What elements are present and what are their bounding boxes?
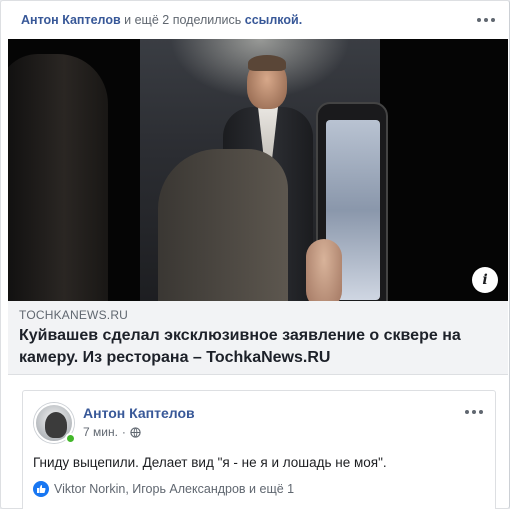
action-text: поделились [172, 13, 242, 27]
like-icon [33, 481, 49, 497]
link-domain: TOCHKANEWS.RU [19, 308, 129, 322]
post-options-button[interactable] [463, 405, 485, 419]
more-horizontal-icon [477, 18, 481, 22]
online-status-dot [65, 433, 76, 444]
link-preview[interactable]: TOCHKANEWS.RU Куйвашев сделал эксклюзивн… [8, 301, 508, 375]
post-meta: 7 мин. · [83, 425, 141, 439]
actor-link[interactable]: Антон Каптелов [21, 13, 121, 27]
post-text: Гниду выцепили. Делает вид "я - не я и л… [33, 455, 387, 470]
reactions-text[interactable]: Viktor Norkin, Игорь Александров и ещё 1 [54, 482, 294, 496]
reactions-summary[interactable]: Viktor Norkin, Игорь Александров и ещё 1 [33, 481, 294, 497]
info-icon[interactable]: i [472, 267, 498, 293]
feed-post-card: Антон Каптелов и ещё 2 поделились ссылко… [0, 0, 510, 509]
link-preview-image[interactable]: i [8, 39, 508, 301]
globe-icon[interactable] [130, 426, 141, 438]
link-title[interactable]: Куйвашев сделал эксклюзивное заявление о… [19, 325, 489, 369]
more-options-button[interactable] [475, 13, 497, 27]
and-others-text: и ещё 2 [124, 13, 170, 27]
foreground-person [8, 54, 108, 301]
object-link[interactable]: ссылкой. [245, 13, 302, 27]
post-time[interactable]: 7 мин. [83, 425, 118, 439]
more-horizontal-icon [465, 410, 469, 414]
background-person [158, 149, 288, 301]
post-author[interactable]: Антон Каптелов [83, 405, 195, 421]
share-header: Антон Каптелов и ещё 2 поделились ссылко… [21, 11, 302, 31]
embedded-original-post: Антон Каптелов 7 мин. · Гниду выцепили. … [22, 390, 496, 509]
meta-separator: · [121, 425, 126, 439]
